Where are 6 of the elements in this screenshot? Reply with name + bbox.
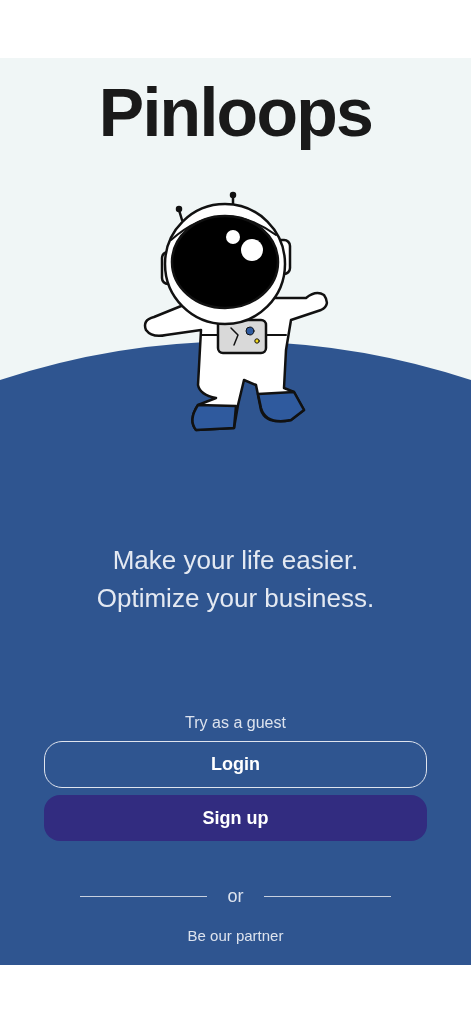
- divider-text: or: [227, 884, 244, 908]
- tagline: Make your life easier. Optimize your business.: [96, 544, 375, 615]
- guest-link[interactable]: Try as a guest: [185, 711, 286, 735]
- login-button[interactable]: Login: [44, 741, 427, 788]
- signup-button[interactable]: Sign up: [44, 795, 427, 841]
- partner-link[interactable]: Be our partner: [187, 925, 284, 947]
